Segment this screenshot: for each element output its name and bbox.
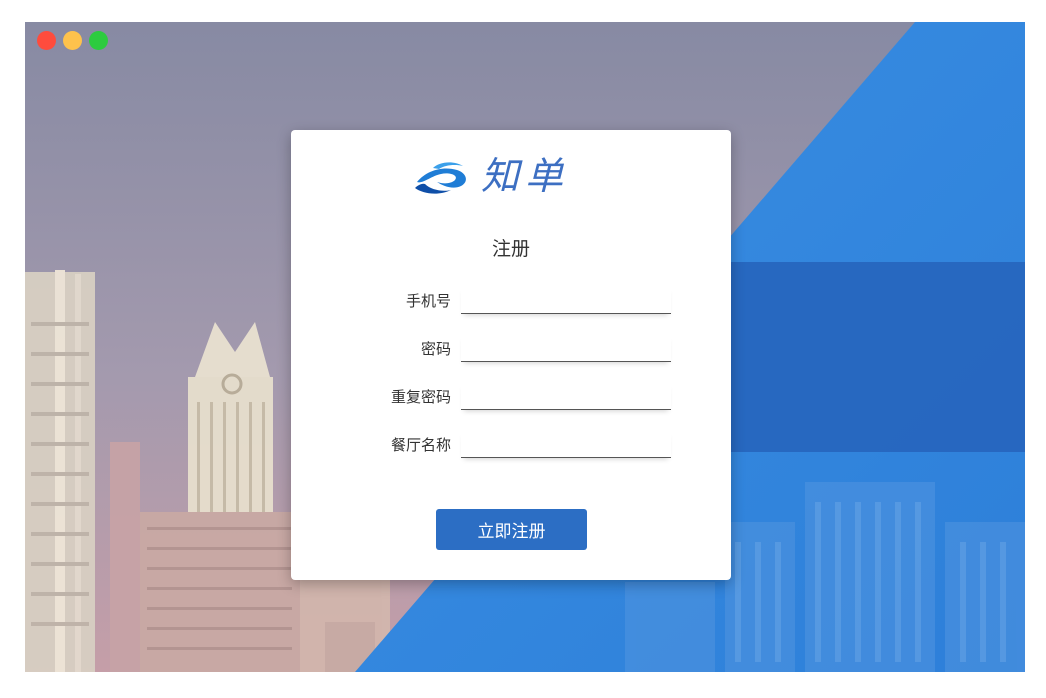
password-input[interactable] xyxy=(461,334,671,362)
brand-name: 知单 xyxy=(481,154,570,198)
minimize-window-button[interactable] xyxy=(63,31,82,50)
phone-label: 手机号 xyxy=(405,292,451,310)
repeat-password-input[interactable] xyxy=(461,382,671,410)
password-field-row: 密码 xyxy=(331,332,691,362)
restaurant-name-label: 餐厅名称 xyxy=(390,436,451,454)
window-controls xyxy=(37,31,108,50)
app-window: 知单 注册 手机号 密码 重复密码 餐厅名称 立即注册 xyxy=(25,22,1025,672)
repeat-password-field-row: 重复密码 xyxy=(331,380,691,410)
phone-input[interactable] xyxy=(461,286,671,314)
repeat-password-label: 重复密码 xyxy=(390,388,451,406)
maximize-window-button[interactable] xyxy=(89,31,108,50)
brand: 知单 xyxy=(413,152,613,200)
form-title: 注册 xyxy=(491,238,530,260)
register-card: 知单 注册 手机号 密码 重复密码 餐厅名称 立即注册 xyxy=(291,130,731,580)
restaurant-name-input[interactable] xyxy=(461,430,671,458)
restaurant-name-field-row: 餐厅名称 xyxy=(331,428,691,458)
close-window-button[interactable] xyxy=(37,31,56,50)
wave-logo-icon xyxy=(415,162,466,194)
phone-field-row: 手机号 xyxy=(331,284,691,314)
register-submit-button[interactable]: 立即注册 xyxy=(436,509,587,550)
password-label: 密码 xyxy=(420,340,451,358)
